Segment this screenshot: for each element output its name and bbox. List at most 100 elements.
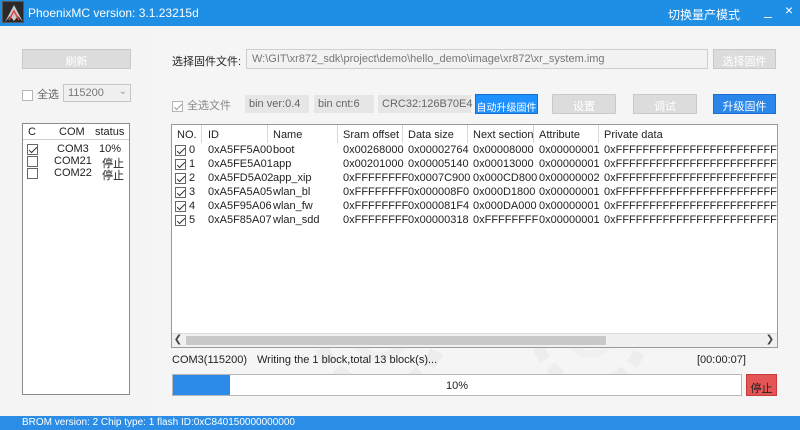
select-all-ports-checkbox[interactable]: 全选 (22, 86, 59, 102)
partition-sram-offset: 0xFFFFFFFF (343, 186, 409, 198)
partition-id: 0xA5FA5A05 (208, 186, 273, 198)
column-divider (467, 125, 468, 143)
baud-rate-select[interactable]: 115200 ⌄ (63, 84, 131, 102)
chevron-down-icon: ⌄ (118, 86, 127, 97)
partition-next-section: 0x00008000 (473, 144, 534, 156)
partition-no: 2 (189, 172, 196, 184)
column-divider (402, 125, 403, 143)
select-all-files-checkbox[interactable]: 全选文件 (172, 97, 231, 113)
com-row-status: 停止 (102, 170, 124, 182)
partition-attribute: 0x00000001 (539, 186, 600, 198)
bin-count: bin cnt:6 (318, 98, 360, 110)
device-info: BROM version: 2 Chip type: 1 flash ID:0x… (22, 417, 295, 428)
partition-data-size: 0x00005140 (408, 158, 469, 170)
partition-data-size: 0x00000318 (408, 214, 469, 226)
partition-row-checkbox[interactable] (175, 187, 186, 198)
com-row-port: COM3 (57, 143, 89, 155)
auto-upgrade-button[interactable]: 自动升级固件 (475, 94, 538, 114)
partition-data-size: 0x000008F0 (408, 186, 470, 198)
settings-button[interactable]: 设置 (552, 94, 616, 114)
firmware-label: 选择固件文件: (172, 56, 242, 68)
partition-sram-offset: 0xFFFFFFFF (343, 172, 409, 184)
window-title: PhoenixMC version: 3.1.23215d (28, 6, 199, 20)
partition-private-data: 0xFFFFFFFFFFFFFFFFFFFFFFFFFFFFFFFFFFFF (604, 186, 777, 198)
partition-id: 0xA5FE5A01 (208, 158, 273, 170)
com-row-checkbox[interactable] (27, 144, 38, 155)
scroll-right-icon[interactable]: ❯ (764, 334, 776, 347)
partition-name: boot (273, 144, 295, 156)
status-bar: BROM version: 2 Chip type: 1 flash ID:0x… (0, 416, 800, 430)
close-button[interactable]: × (781, 2, 797, 20)
partition-attribute: 0x00000001 (539, 158, 600, 170)
status-message: Writing the 1 block,total 13 block(s)... (257, 354, 438, 366)
partition-row-checkbox[interactable] (175, 145, 186, 156)
com-row-port: COM22 (54, 167, 92, 179)
firmware-path-field[interactable]: W:\GIT\xr872_sdk\project\demo\hello_demo… (246, 49, 708, 69)
com-header-status: status (95, 126, 125, 138)
partition-private-data: 0xFFFFFFFFFFFFFFFFFFFFFFFFFFFF037000 (604, 144, 778, 156)
partition-row-checkbox[interactable] (175, 159, 186, 170)
partition-next-section: 0x000DA000 (473, 200, 537, 212)
switch-production-mode-button[interactable]: 切换量产模式 (668, 6, 740, 23)
com-row-port: COM21 (54, 155, 92, 167)
header-name: Name (273, 129, 303, 141)
upgrade-firmware-button[interactable]: 升级固件 (713, 94, 776, 114)
partition-name: app_xip (273, 172, 312, 184)
partition-name: wlan_sdd (273, 214, 320, 226)
com-row[interactable]: COM22 停止 (23, 167, 129, 182)
horizontal-scrollbar[interactable]: ❮ ❯ (172, 333, 777, 347)
partition-name: wlan_fw (273, 200, 313, 212)
partition-row[interactable]: 2 0xA5FD5A02 app_xip 0xFFFFFFFF 0x0007C9… (172, 171, 777, 185)
partition-id: 0xA5F85A07 (208, 214, 272, 226)
port-status: COM3(115200) (172, 354, 247, 366)
partition-row[interactable]: 4 0xA5F95A06 wlan_fw 0xFFFFFFFF 0x000081… (172, 199, 777, 213)
scroll-left-icon[interactable]: ❮ (172, 334, 184, 347)
header-no: NO. (177, 129, 197, 141)
partition-row-checkbox[interactable] (175, 215, 186, 226)
partition-row[interactable]: 5 0xA5F85A07 wlan_sdd 0xFFFFFFFF 0x00000… (172, 213, 777, 227)
com-row[interactable]: COM3 10% (23, 143, 129, 155)
com-row-checkbox[interactable] (27, 156, 38, 167)
com-header-port: COM (59, 126, 85, 138)
partition-row[interactable]: 3 0xA5FA5A05 wlan_bl 0xFFFFFFFF 0x000008… (172, 185, 777, 199)
partition-no: 5 (189, 214, 196, 226)
scrollbar-thumb[interactable] (186, 336, 606, 345)
upgrade-progress-bar: 10% (172, 374, 742, 396)
stop-button[interactable]: 停止 (746, 374, 777, 396)
crc-box: CRC32:126B70E4 (378, 95, 473, 113)
partition-sram-offset: 0xFFFFFFFF (343, 214, 409, 226)
partition-attribute: 0x00000001 (539, 214, 600, 226)
phoenix-logo-icon (2, 1, 24, 23)
partition-row[interactable]: 1 0xA5FE5A01 app 0x00201000 0x00005140 0… (172, 157, 777, 171)
partition-attribute: 0x00000001 (539, 200, 600, 212)
minimize-button[interactable]: _ (760, 2, 776, 20)
partition-table: NO. ID Name Sram offset Data size Next s… (171, 124, 778, 348)
header-data-size: Data size (408, 129, 454, 141)
refresh-button[interactable]: 刷新 (22, 49, 131, 69)
partition-data-size: 0x0007C900 (408, 172, 471, 184)
partition-row[interactable]: 0 0xA5FF5A00 boot 0x00268000 0x00002764 … (172, 143, 777, 157)
header-attribute: Attribute (539, 129, 580, 141)
bin-version-box: bin ver:0.4 (245, 95, 309, 113)
partition-next-section: 0xFFFFFFFF (473, 214, 539, 226)
partition-no: 4 (189, 200, 196, 212)
column-divider (201, 125, 202, 143)
partition-private-data: 0xFFFFFFFFFFFFFFFFFFFFFFFFFFFFFFFFFFFF (604, 214, 777, 226)
bin-count-box: bin cnt:6 (314, 95, 374, 113)
partition-name: app (273, 158, 292, 170)
select-firmware-button[interactable]: 选择固件 (713, 49, 776, 69)
partition-no: 1 (189, 158, 196, 170)
partition-row-checkbox[interactable] (175, 173, 186, 184)
header-id: ID (208, 129, 219, 141)
debug-button[interactable]: 调试 (633, 94, 697, 114)
column-divider (337, 125, 338, 143)
column-divider (598, 125, 599, 143)
select-all-ports-box[interactable] (22, 89, 33, 101)
partition-table-header: NO. ID Name Sram offset Data size Next s… (172, 125, 777, 143)
com-header-check: C (28, 126, 36, 138)
com-row[interactable]: COM21 停止 (23, 155, 129, 170)
com-row-checkbox[interactable] (27, 168, 38, 179)
title-bar: PhoenixMC version: 3.1.23215d 切换量产模式 _ × (0, 0, 800, 26)
select-all-files-box[interactable] (172, 100, 183, 112)
partition-row-checkbox[interactable] (175, 201, 186, 212)
